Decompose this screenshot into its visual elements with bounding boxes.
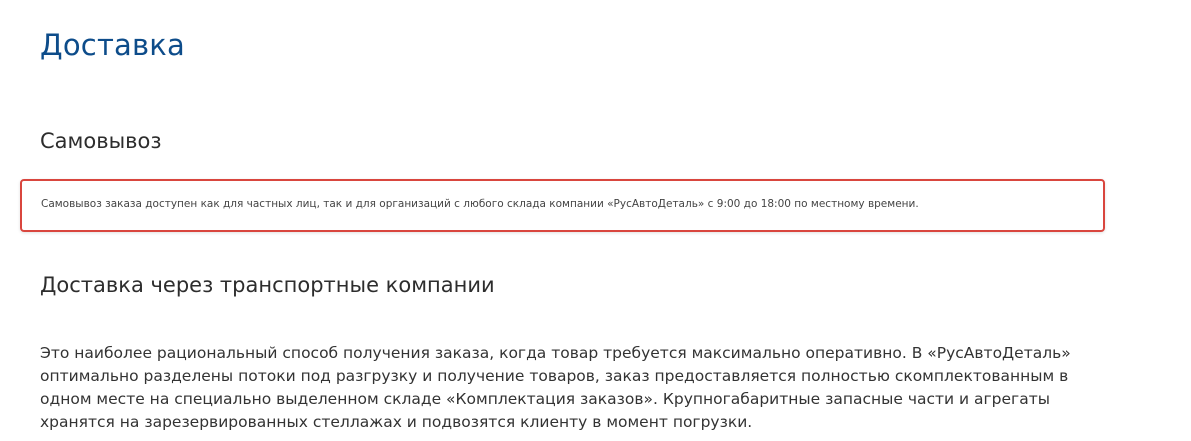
transport-description-line: хранятся на зарезервированных стеллажах … [40,413,753,431]
transport-description-line: Это наиболее рациональный способ получен… [40,344,1071,362]
transport-description-line: оптимально разделены потоки под разгрузк… [40,367,1069,385]
page-title: Доставка [40,28,185,62]
transport-description-line: одном месте на специально выделенном скл… [40,390,1050,408]
delivery-page: Доставка Самовывоз Самовывоз заказа дост… [0,0,1191,441]
transport-heading: Доставка через транспортные компании [40,273,495,297]
pickup-notice-box: Самовывоз заказа доступен как для частны… [20,179,1105,232]
pickup-notice-text: Самовывоз заказа доступен как для частны… [41,198,919,210]
pickup-heading: Самовывоз [40,129,162,153]
transport-description: Это наиболее рациональный способ получен… [40,342,1110,434]
